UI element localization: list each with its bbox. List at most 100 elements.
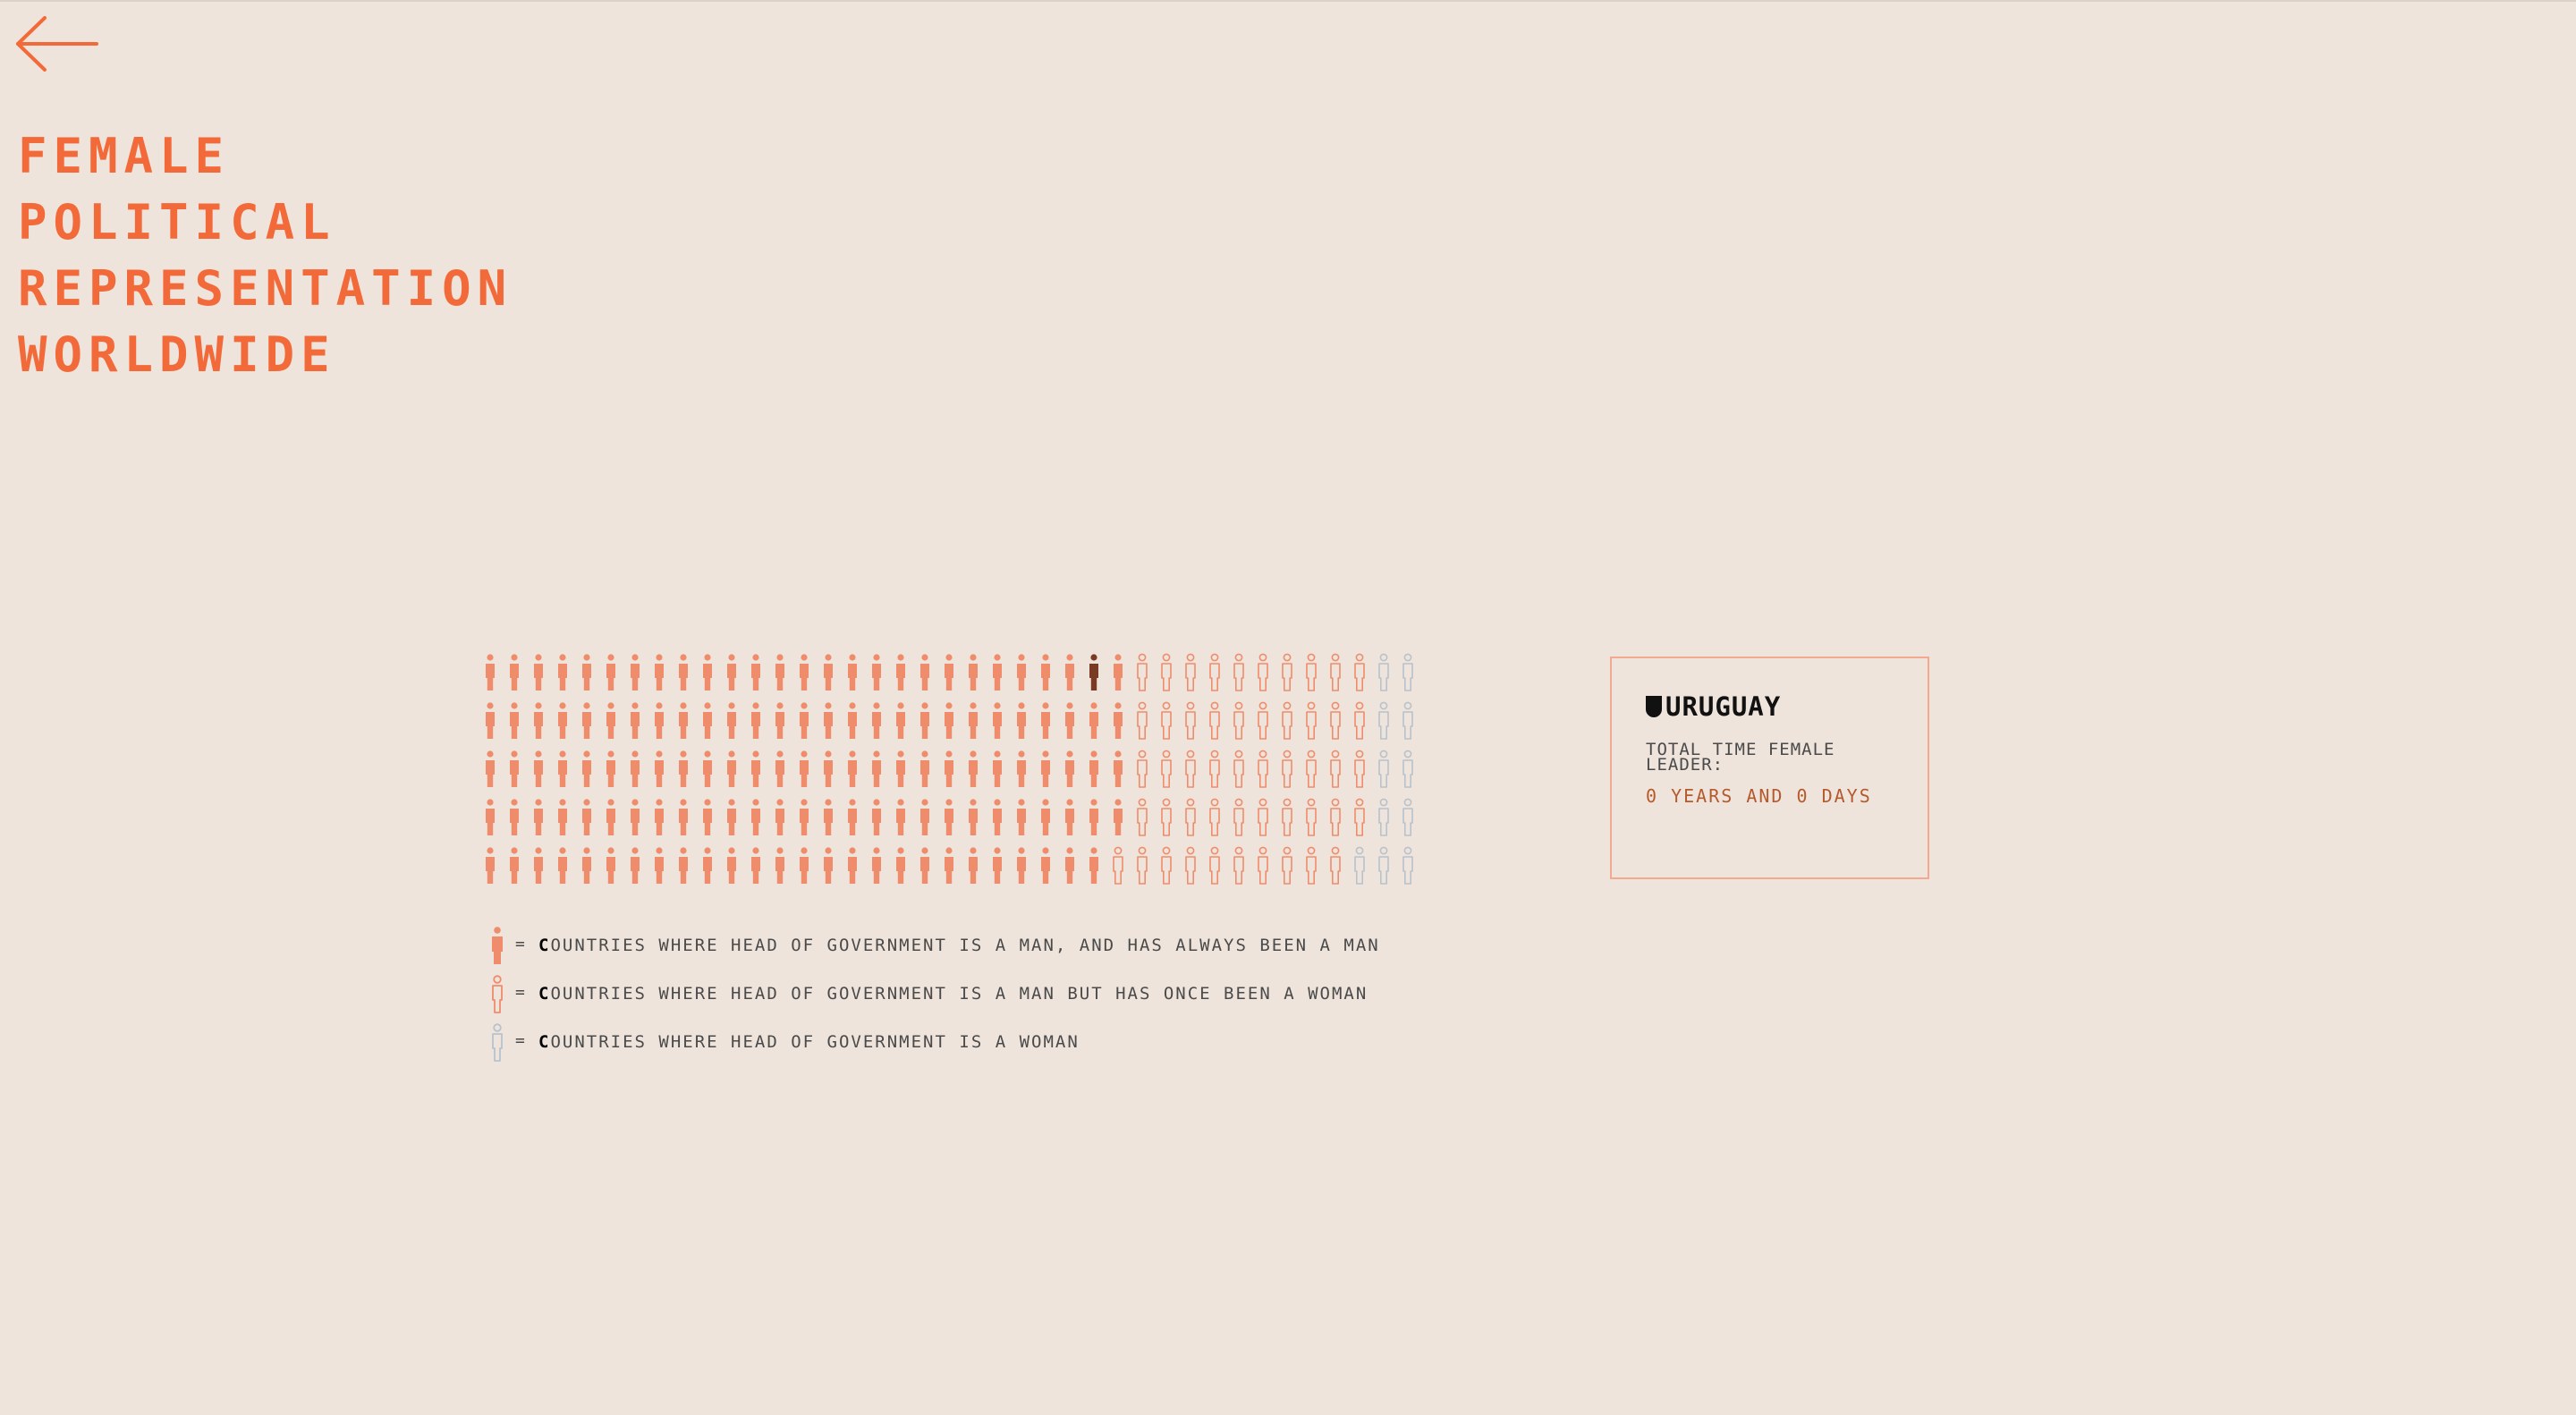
pictogram-person-always-man-5-8[interactable] <box>652 846 666 885</box>
pictogram-person-man-once-woman-1-34[interactable] <box>1280 653 1294 692</box>
pictogram-person-always-man-3-24[interactable] <box>1038 750 1053 789</box>
pictogram-person-always-man-3-13[interactable] <box>773 750 787 789</box>
pictogram-person-always-man-3-22[interactable] <box>990 750 1004 789</box>
pictogram-person-always-man-5-6[interactable] <box>604 846 618 885</box>
pictogram-person-man-once-woman-4-33[interactable] <box>1256 798 1270 837</box>
pictogram-person-always-man-1-8[interactable] <box>652 653 666 692</box>
pictogram-person-man-once-woman-3-36[interactable] <box>1328 750 1343 789</box>
pictogram-person-always-man-3-6[interactable] <box>604 750 618 789</box>
pictogram-person-always-man-4-1[interactable] <box>483 798 497 837</box>
pictogram-person-man-once-woman-3-32[interactable] <box>1232 750 1246 789</box>
pictogram-person-always-man-2-20[interactable] <box>942 701 956 741</box>
pictogram-person-always-man-3-25[interactable] <box>1063 750 1077 789</box>
pictogram-person-always-man-2-4[interactable] <box>555 701 570 741</box>
pictogram-person-always-man-1-5[interactable] <box>580 653 594 692</box>
pictogram-person-always-man-2-5[interactable] <box>580 701 594 741</box>
pictogram-person-woman-1-38[interactable] <box>1377 653 1391 692</box>
pictogram-person-man-once-woman-3-29[interactable] <box>1159 750 1174 789</box>
pictogram-person-always-man-5-16[interactable] <box>845 846 860 885</box>
pictogram-person-highlighted-1-26[interactable] <box>1087 653 1101 692</box>
pictogram-person-man-once-woman-1-32[interactable] <box>1232 653 1246 692</box>
pictogram-person-always-man-5-24[interactable] <box>1038 846 1053 885</box>
pictogram-person-man-once-woman-5-36[interactable] <box>1328 846 1343 885</box>
pictogram-person-man-once-woman-4-31[interactable] <box>1208 798 1222 837</box>
pictogram-person-always-man-5-17[interactable] <box>869 846 884 885</box>
pictogram-person-man-once-woman-1-31[interactable] <box>1208 653 1222 692</box>
pictogram-person-always-man-1-1[interactable] <box>483 653 497 692</box>
pictogram-person-always-man-2-27[interactable] <box>1111 701 1125 741</box>
pictogram-person-man-once-woman-2-28[interactable] <box>1135 701 1149 741</box>
pictogram-person-always-man-4-12[interactable] <box>749 798 763 837</box>
pictogram-person-always-man-4-17[interactable] <box>869 798 884 837</box>
pictogram-person-always-man-4-5[interactable] <box>580 798 594 837</box>
pictogram-person-always-man-5-14[interactable] <box>797 846 811 885</box>
pictogram-person-man-once-woman-1-30[interactable] <box>1183 653 1198 692</box>
pictogram-person-man-once-woman-5-31[interactable] <box>1208 846 1222 885</box>
pictogram-person-man-once-woman-5-35[interactable] <box>1304 846 1318 885</box>
pictogram-person-man-once-woman-2-31[interactable] <box>1208 701 1222 741</box>
pictogram-person-man-once-woman-2-37[interactable] <box>1352 701 1367 741</box>
pictogram-person-always-man-3-14[interactable] <box>797 750 811 789</box>
back-button[interactable] <box>13 14 102 73</box>
pictogram-person-always-man-4-24[interactable] <box>1038 798 1053 837</box>
pictogram-person-always-man-5-2[interactable] <box>507 846 521 885</box>
pictogram-person-man-once-woman-2-34[interactable] <box>1280 701 1294 741</box>
pictogram-person-always-man-1-22[interactable] <box>990 653 1004 692</box>
pictogram-person-always-man-1-17[interactable] <box>869 653 884 692</box>
pictogram-person-man-once-woman-4-35[interactable] <box>1304 798 1318 837</box>
pictogram-person-always-man-4-18[interactable] <box>894 798 908 837</box>
pictogram-person-man-once-woman-1-28[interactable] <box>1135 653 1149 692</box>
pictogram-person-always-man-5-19[interactable] <box>918 846 932 885</box>
pictogram-person-always-man-5-3[interactable] <box>531 846 546 885</box>
pictogram-person-man-once-woman-5-32[interactable] <box>1232 846 1246 885</box>
pictogram-person-always-man-2-2[interactable] <box>507 701 521 741</box>
pictogram-person-always-man-1-23[interactable] <box>1014 653 1029 692</box>
pictogram-person-woman-3-38[interactable] <box>1377 750 1391 789</box>
pictogram-person-always-man-5-13[interactable] <box>773 846 787 885</box>
pictogram-person-always-man-2-8[interactable] <box>652 701 666 741</box>
pictogram-person-always-man-3-11[interactable] <box>724 750 739 789</box>
pictogram-person-man-once-woman-3-31[interactable] <box>1208 750 1222 789</box>
pictogram-person-always-man-2-16[interactable] <box>845 701 860 741</box>
pictogram-person-man-once-woman-4-30[interactable] <box>1183 798 1198 837</box>
pictogram-person-always-man-5-21[interactable] <box>966 846 980 885</box>
pictogram-person-always-man-1-7[interactable] <box>628 653 642 692</box>
pictogram-person-always-man-4-22[interactable] <box>990 798 1004 837</box>
pictogram-person-always-man-3-5[interactable] <box>580 750 594 789</box>
pictogram-person-man-once-woman-5-27[interactable] <box>1111 846 1125 885</box>
pictogram-person-always-man-5-15[interactable] <box>821 846 835 885</box>
pictogram-person-always-man-1-9[interactable] <box>676 653 691 692</box>
pictogram-person-always-man-2-10[interactable] <box>700 701 715 741</box>
pictogram-person-always-man-4-8[interactable] <box>652 798 666 837</box>
pictogram-person-man-once-woman-3-28[interactable] <box>1135 750 1149 789</box>
pictogram-person-man-once-woman-3-33[interactable] <box>1256 750 1270 789</box>
pictogram-person-man-once-woman-3-37[interactable] <box>1352 750 1367 789</box>
pictogram-person-always-man-4-4[interactable] <box>555 798 570 837</box>
pictogram-person-always-man-1-20[interactable] <box>942 653 956 692</box>
pictogram-person-always-man-2-9[interactable] <box>676 701 691 741</box>
pictogram-person-always-man-2-12[interactable] <box>749 701 763 741</box>
pictogram-person-always-man-3-4[interactable] <box>555 750 570 789</box>
pictogram-person-always-man-3-7[interactable] <box>628 750 642 789</box>
pictogram-person-always-man-2-14[interactable] <box>797 701 811 741</box>
pictogram-person-man-once-woman-4-28[interactable] <box>1135 798 1149 837</box>
pictogram-person-always-man-2-7[interactable] <box>628 701 642 741</box>
pictogram-person-man-once-woman-4-34[interactable] <box>1280 798 1294 837</box>
pictogram-person-always-man-3-1[interactable] <box>483 750 497 789</box>
pictogram-person-always-man-5-18[interactable] <box>894 846 908 885</box>
pictogram-person-always-man-1-12[interactable] <box>749 653 763 692</box>
pictogram-person-man-once-woman-4-37[interactable] <box>1352 798 1367 837</box>
pictogram-person-always-man-2-22[interactable] <box>990 701 1004 741</box>
pictogram-person-always-man-2-6[interactable] <box>604 701 618 741</box>
pictogram-person-always-man-1-10[interactable] <box>700 653 715 692</box>
pictogram-person-always-man-2-24[interactable] <box>1038 701 1053 741</box>
pictogram-person-always-man-2-13[interactable] <box>773 701 787 741</box>
pictogram-person-always-man-4-15[interactable] <box>821 798 835 837</box>
pictogram-person-always-man-4-20[interactable] <box>942 798 956 837</box>
pictogram-person-always-man-5-23[interactable] <box>1014 846 1029 885</box>
pictogram-person-always-man-5-4[interactable] <box>555 846 570 885</box>
pictogram-person-man-once-woman-4-32[interactable] <box>1232 798 1246 837</box>
pictogram-person-man-once-woman-5-28[interactable] <box>1135 846 1149 885</box>
pictogram-person-always-man-4-11[interactable] <box>724 798 739 837</box>
pictogram-person-man-once-woman-2-36[interactable] <box>1328 701 1343 741</box>
